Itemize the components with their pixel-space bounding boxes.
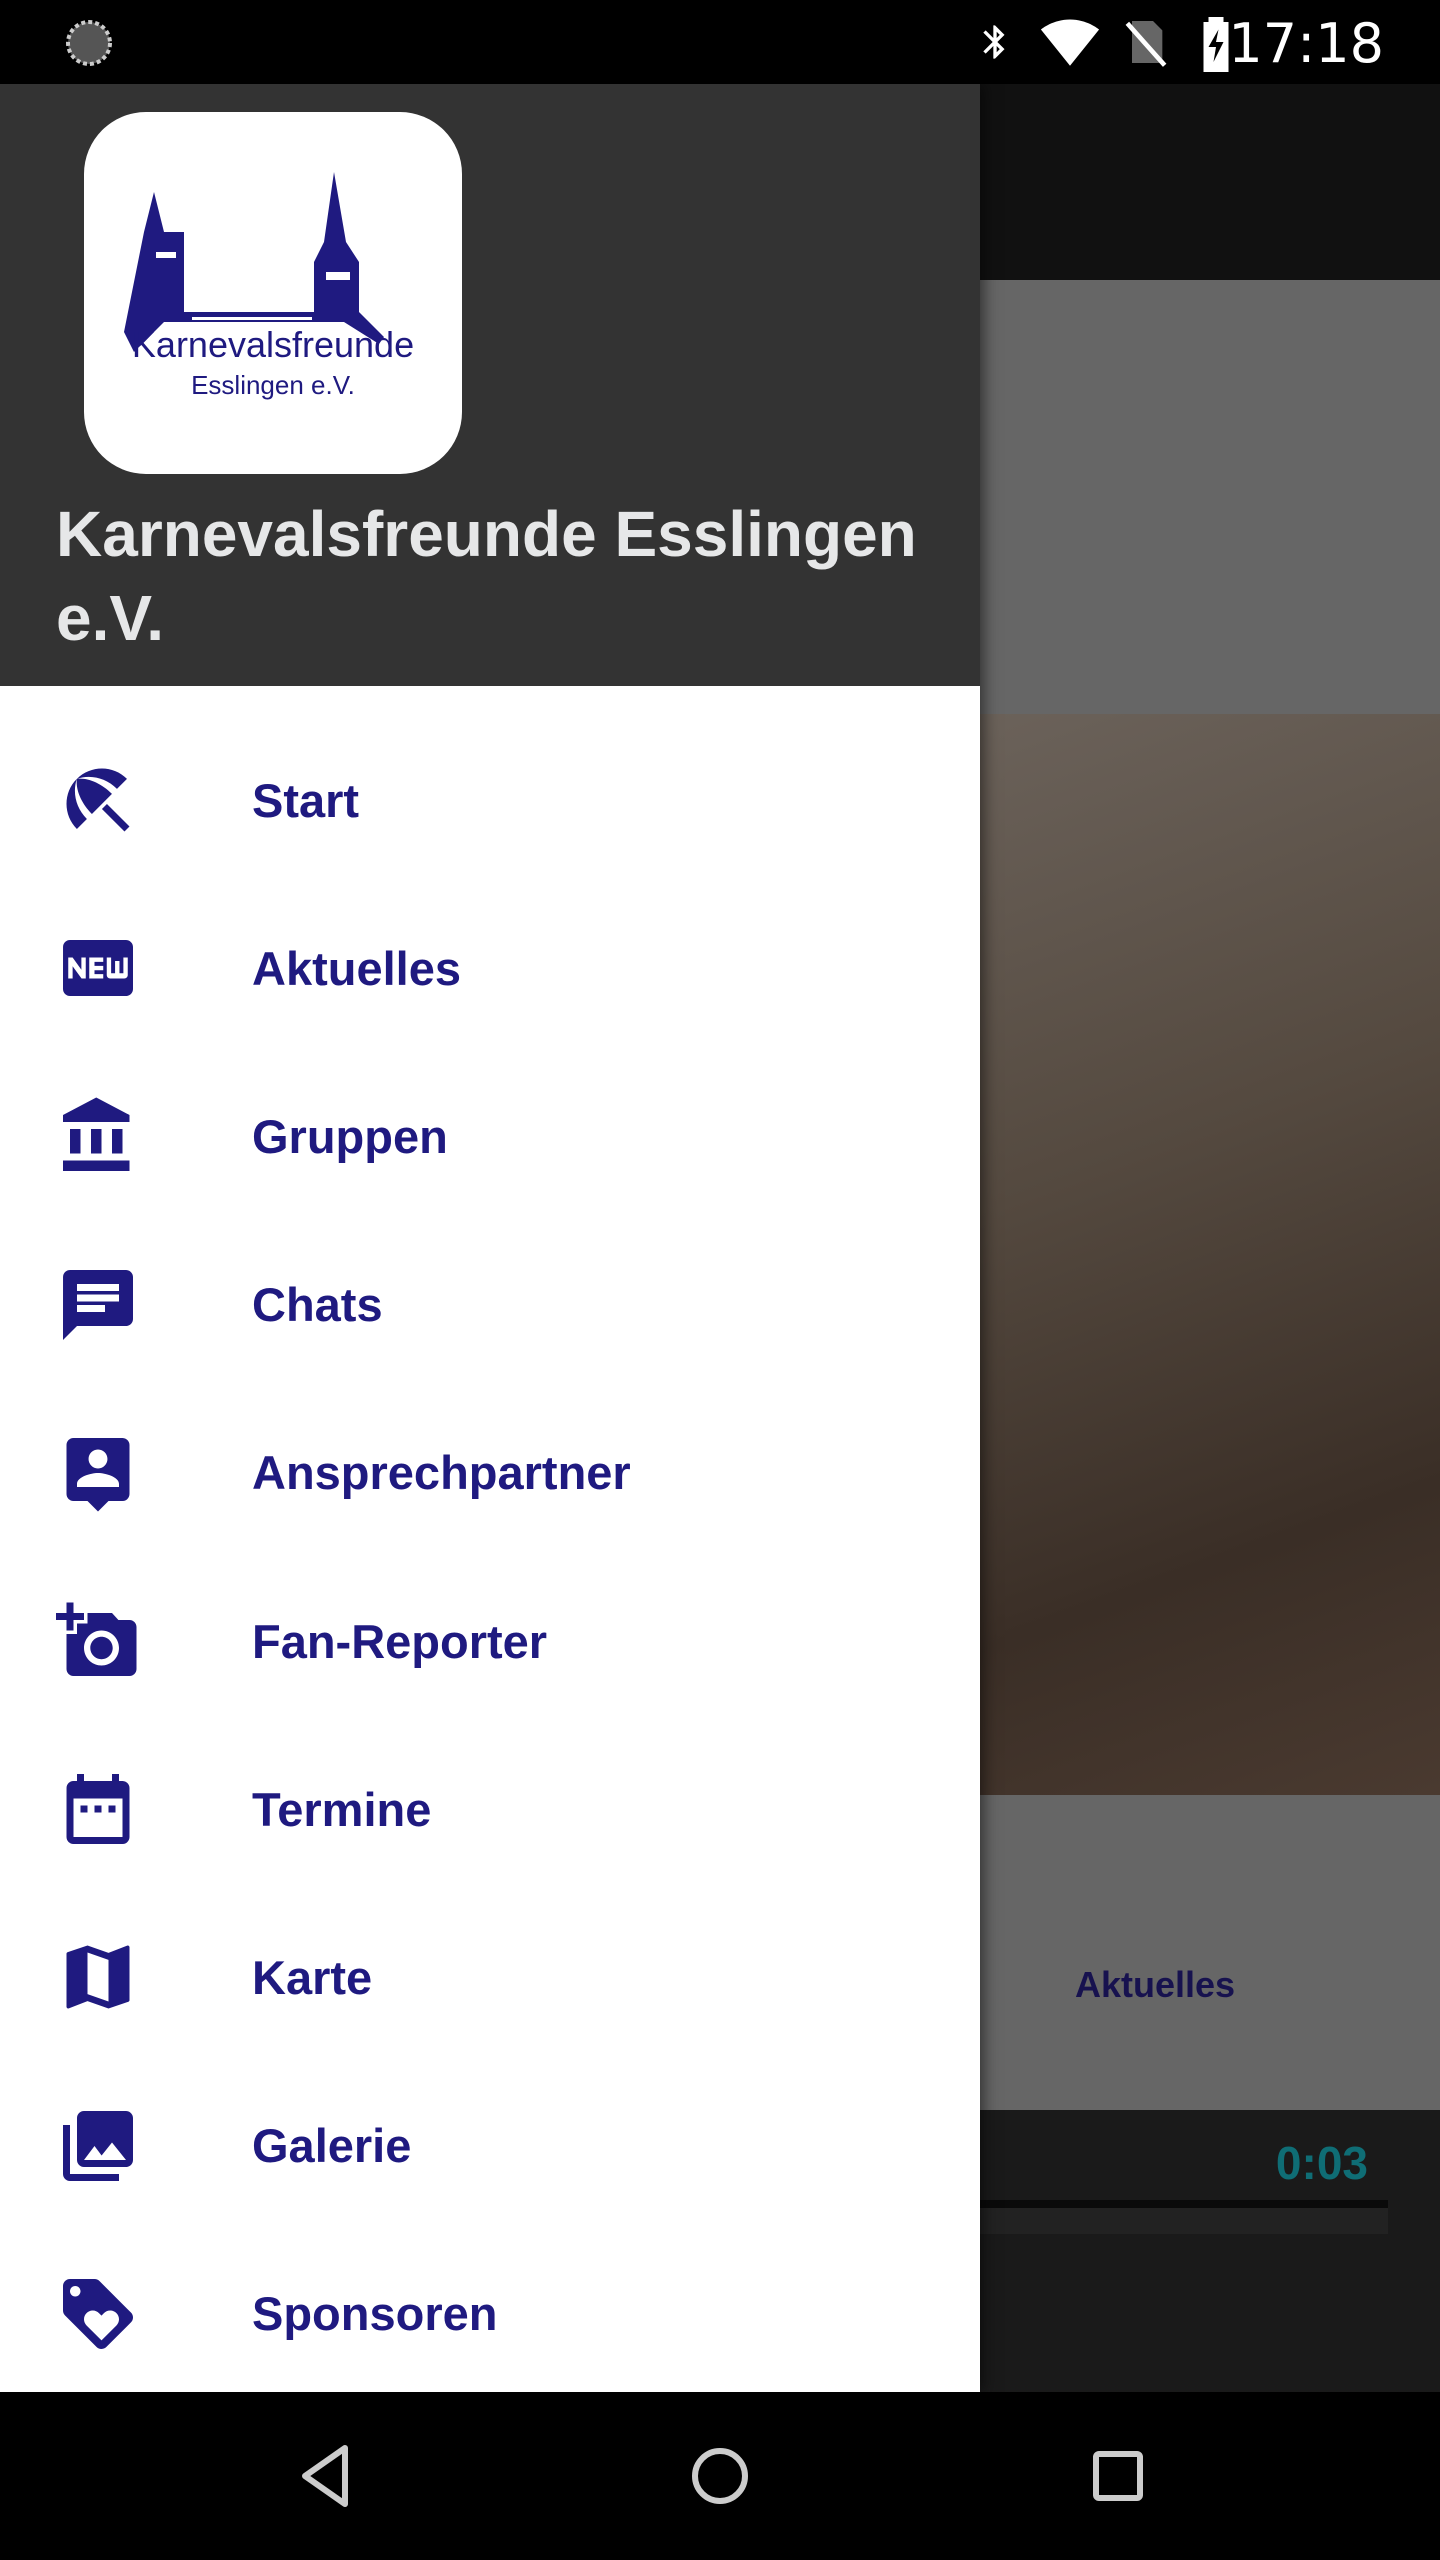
drawer-item-sponsoren[interactable]: Sponsoren [0,2230,980,2398]
drawer-item-karte[interactable]: Karte [0,1893,980,2061]
status-time: 17:18 [1228,12,1384,75]
account-balance-icon [63,1097,130,1172]
drawer-item-label: Karte [252,1950,373,2004]
beach-access-icon [66,768,130,832]
recents-icon[interactable] [1082,2436,1154,2516]
person-pin-icon [66,1437,130,1512]
drawer-title: Karnevalsfreunde Esslingen e.V. [56,498,917,654]
drawer-header: Karnevalsfreunde Esslingen e.V. Karneval… [0,84,980,686]
drawer-item-label: Start [252,773,360,827]
drawer-item-label: Aktuelles [252,941,461,995]
drawer-item-aktuelles[interactable]: Aktuelles [0,884,980,1052]
seek-bar[interactable] [980,2200,1388,2234]
wifi-icon [1040,19,1100,66]
media-player: 0:03 [980,2110,1440,2392]
map-icon [66,1945,130,2009]
svg-text:Karnevalsfreunde: Karnevalsfreunde [132,324,414,365]
club-logo: Karnevalsfreunde Esslingen e.V. [84,112,462,474]
drawer-item-label: Ansprechpartner [252,1446,631,1500]
status-bar: 17:18 [0,0,1440,84]
sync-icon [66,20,112,66]
drawer-item-fan-reporter[interactable]: Fan-Reporter [0,1557,980,1725]
event-icon [66,1774,130,1845]
tab-bar: Aktuelles [980,1795,1440,2130]
drawer-item-label: Sponsoren [252,2287,498,2341]
background-app: Aktuelles 0:03 [980,84,1440,2392]
bluetooth-icon [983,25,1005,59]
drawer-item-label: Termine [252,1782,432,1836]
loyalty-icon [63,2278,133,2349]
tab-aktuelles[interactable]: Aktuelles [1075,1964,1235,2006]
chat-icon [63,1269,133,1340]
drawer-item-label: Galerie [252,2119,412,2173]
add-a-photo-icon [56,1602,137,1676]
fiber-new-icon [63,940,133,997]
drawer-item-label: Chats [252,1278,383,1332]
header-logo-image [980,280,1440,714]
navigation-drawer: Karnevalsfreunde Esslingen e.V. Karneval… [0,84,980,2392]
drawer-item-ansprechpartner[interactable]: Ansprechpartner [0,1389,980,1557]
drawer-item-label: Gruppen [252,1109,448,1163]
drawer-item-galerie[interactable]: Galerie [0,2062,980,2230]
svg-text:Esslingen e.V.: Esslingen e.V. [191,370,355,400]
drawer-item-termine[interactable]: Termine [0,1725,980,1893]
castle-logo-icon: Karnevalsfreunde Esslingen e.V. [124,172,414,400]
drawer-item-chats[interactable]: Chats [0,1221,980,1389]
photo-library-icon [63,2110,133,2181]
system-nav-bar [0,2392,1440,2560]
home-icon[interactable] [684,2436,756,2516]
back-icon[interactable] [290,2436,360,2516]
dance-photo [980,714,1440,1795]
app-toolbar [980,84,1440,280]
player-time: 0:03 [1275,2137,1368,2189]
drawer-item-label: Fan-Reporter [252,1614,548,1668]
drawer-item-gruppen[interactable]: Gruppen [0,1052,980,1220]
no-sim-icon [1125,21,1167,67]
drawer-item-start[interactable]: Start [0,716,980,884]
